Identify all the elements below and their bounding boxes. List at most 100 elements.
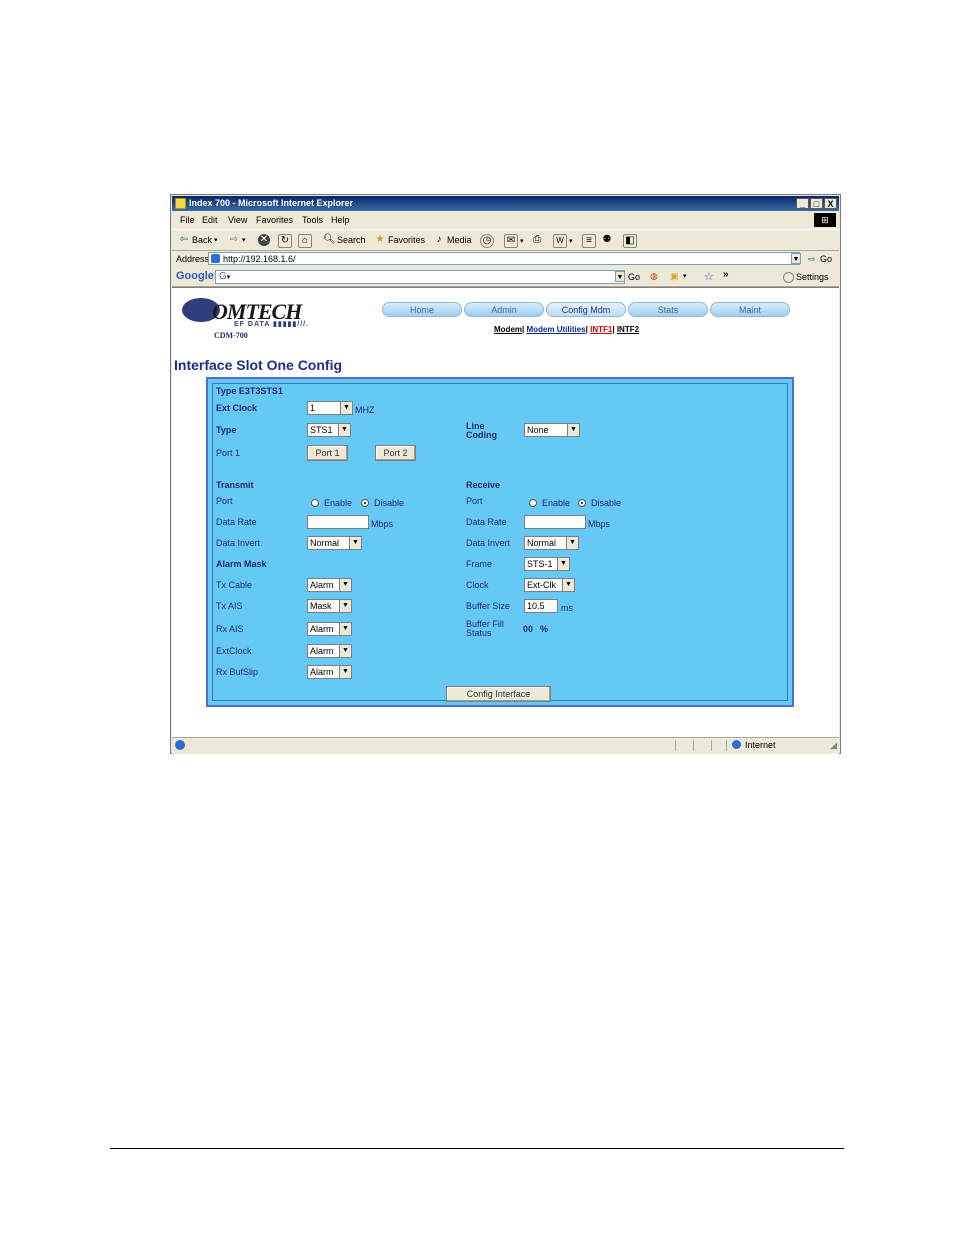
google-search-input[interactable]: G▾	[215, 270, 625, 284]
menu-file[interactable]: File	[180, 215, 195, 225]
clock-select[interactable]: Ext-Clk ▼	[524, 578, 575, 592]
history-button[interactable]: ◷	[480, 234, 494, 248]
google-go-button[interactable]: Go	[628, 272, 640, 282]
favorites-button[interactable]: ★ Favorites	[374, 234, 426, 246]
buffer-size-label: Buffer Size	[466, 601, 510, 611]
forward-button[interactable]: ⇨ ▾	[228, 234, 246, 246]
minimize-button[interactable]: _	[796, 198, 809, 209]
line-coding-select[interactable]: None ▼	[524, 423, 580, 437]
buffer-size-input[interactable]: 10.5	[524, 599, 558, 613]
rx-ais-select[interactable]: Alarm ▼	[307, 622, 352, 636]
tx-data-invert-select[interactable]: Normal ▼	[307, 536, 362, 550]
blocker-dropdown-icon[interactable]: ▾	[683, 272, 687, 280]
research-icon: ◧	[623, 234, 637, 248]
popup-blocker-icon[interactable]: ▣	[670, 271, 679, 282]
tx-data-rate-unit: Mbps	[371, 519, 394, 529]
tab-admin[interactable]: Admin	[464, 302, 544, 317]
menu-help[interactable]: Help	[331, 215, 350, 225]
go-arrow-icon[interactable]: ⇨	[808, 254, 816, 265]
tx-cable-label: Tx Cable	[216, 580, 253, 590]
tx-enable-radio[interactable]	[311, 499, 319, 507]
rx-data-rate-input[interactable]	[524, 515, 586, 529]
rx-enable-radio[interactable]	[529, 499, 537, 507]
page-status-icon	[175, 740, 185, 750]
port1-button[interactable]: Port 1	[307, 445, 348, 461]
link-intf2[interactable]: INTF2	[617, 325, 639, 334]
bookmark-star-icon[interactable]: ☆	[704, 270, 714, 283]
menu-edit[interactable]: Edit	[202, 215, 218, 225]
maximize-button[interactable]: □	[810, 198, 823, 209]
home-button[interactable]: ⌂	[298, 234, 312, 248]
tx-cable-select[interactable]: Alarm ▼	[307, 578, 352, 592]
search-button[interactable]: 🔍︎ Search	[323, 234, 366, 246]
ext-clock-alarm-value: Alarm	[310, 646, 334, 656]
close-button[interactable]: X	[824, 198, 837, 209]
ext-clock-value: 1	[310, 403, 316, 413]
chevron-down-icon: ▼	[562, 579, 574, 591]
tx-data-invert-label: Data Invert	[216, 538, 261, 548]
port1-label: Port 1	[216, 448, 241, 458]
address-input[interactable]: http://192.168.1.6/	[208, 252, 800, 265]
menu-view[interactable]: View	[228, 215, 247, 225]
rx-data-invert-select[interactable]: Normal ▼	[524, 536, 579, 550]
type-select[interactable]: STS1 ▼	[307, 423, 351, 437]
address-url: http://192.168.1.6/	[223, 254, 296, 264]
settings-button[interactable]: Settings	[796, 272, 829, 282]
menu-favorites[interactable]: Favorites	[256, 215, 293, 225]
media-button[interactable]: ♪ Media	[433, 234, 472, 246]
rx-disable-radio[interactable]	[578, 499, 586, 507]
edit-dropdown-icon[interactable]: ▾	[569, 237, 573, 245]
model-name: CDM-700	[214, 331, 248, 340]
page-content: OMTECH EF DATA ▮▮▮▮▮///. CDM-700 Home Ad…	[172, 287, 839, 737]
address-dropdown-icon[interactable]: ▼	[791, 253, 801, 264]
link-modem-utilities[interactable]: Modem Utilities	[526, 325, 585, 334]
tab-home[interactable]: Home	[382, 302, 462, 317]
type-heading: Type E3T3STS1	[216, 386, 283, 396]
ext-clock-select[interactable]: 1 ▼	[307, 401, 353, 415]
tx-ais-select[interactable]: Mask ▼	[307, 599, 352, 613]
chevron-down-icon: ▼	[340, 402, 352, 414]
resize-grip-icon[interactable]: ◢	[830, 740, 837, 751]
mail-button[interactable]: ✉ ▾	[504, 234, 524, 248]
window-controls: _ □ X	[796, 198, 837, 209]
tx-disable-label: Disable	[374, 498, 405, 508]
rx-port-label: Port	[466, 496, 483, 506]
google-dropdown-icon[interactable]: ▼	[615, 271, 625, 282]
print-button[interactable]: ⎙	[531, 234, 543, 246]
favorites-label: Favorites	[388, 235, 426, 245]
link-intf1[interactable]: INTF1	[590, 325, 612, 334]
research-button[interactable]: ◧	[623, 234, 637, 248]
back-button[interactable]: ⇦ Back ▾	[178, 234, 218, 246]
discuss-button[interactable]: ≡	[582, 234, 596, 248]
edit-button[interactable]: W ▾	[553, 234, 573, 248]
settings-icon	[783, 272, 794, 283]
menu-tools[interactable]: Tools	[302, 215, 323, 225]
page-icon	[211, 254, 220, 263]
port2-button[interactable]: Port 2	[375, 445, 416, 461]
rx-ais-value: Alarm	[310, 624, 334, 634]
frame-select[interactable]: STS-1 ▼	[524, 557, 570, 571]
g-dropdown-icon[interactable]: ▾	[227, 274, 231, 281]
forward-dropdown-icon[interactable]: ▾	[242, 236, 246, 244]
alarm-mask-heading: Alarm Mask	[216, 559, 267, 569]
more-chevron-icon[interactable]: »	[723, 269, 729, 280]
config-interface-button[interactable]: Config Interface	[446, 686, 551, 702]
ext-clock-alarm-select[interactable]: Alarm ▼	[307, 644, 352, 658]
type-label: Type	[216, 425, 237, 435]
tx-data-rate-input[interactable]	[307, 515, 369, 529]
tab-maint[interactable]: Maint	[710, 302, 790, 317]
messenger-button[interactable]: ⚉	[601, 234, 613, 246]
refresh-button[interactable]: ↻	[278, 234, 292, 248]
rx-bufslip-select[interactable]: Alarm ▼	[307, 665, 352, 679]
pagerank-icon[interactable]: ◍	[650, 271, 658, 282]
tab-config-mdm[interactable]: Config Mdm	[546, 302, 626, 317]
go-button[interactable]: Go	[820, 254, 832, 264]
tab-stats[interactable]: Stats	[628, 302, 708, 317]
tx-disable-radio[interactable]	[361, 499, 369, 507]
address-bar: Address http://192.168.1.6/ ▼ ⇨ Go	[172, 251, 839, 268]
tx-data-rate-label: Data Rate	[216, 517, 257, 527]
back-dropdown-icon[interactable]: ▾	[214, 236, 218, 244]
link-modem[interactable]: Modem	[494, 325, 522, 334]
mail-dropdown-icon[interactable]: ▾	[520, 237, 524, 245]
stop-button[interactable]: ✕	[258, 234, 270, 246]
